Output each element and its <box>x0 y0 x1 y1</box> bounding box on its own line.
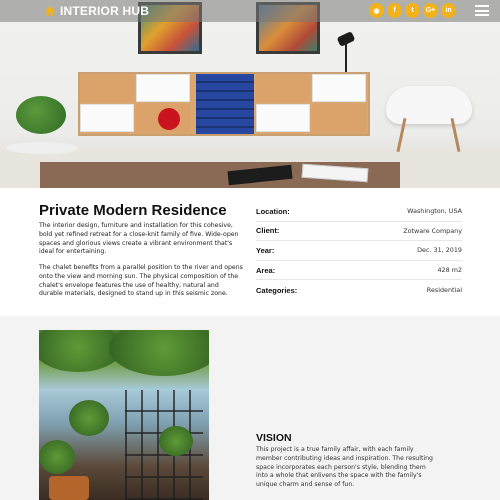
hero-credenza <box>78 72 370 136</box>
social-links: ◉ f t G+ in <box>369 3 456 18</box>
linkedin-icon[interactable]: in <box>441 3 456 18</box>
detail-label: Location: <box>256 206 290 216</box>
brand-name: INTERIOR HUB <box>60 4 150 18</box>
project-details: Location: Washington, USA Client: Zotwar… <box>256 202 462 300</box>
detail-label: Client: <box>256 226 280 236</box>
twitter-icon[interactable]: t <box>405 3 420 18</box>
detail-row-client: Client: Zotware Company <box>256 222 462 242</box>
project-title: Private Modern Residence <box>39 202 227 219</box>
hero-chair <box>386 86 472 152</box>
interior-photo <box>39 330 209 500</box>
detail-label: Categories: <box>256 285 298 295</box>
project-description-2: The chalet benefits from a parallel posi… <box>39 264 243 298</box>
hero-red-vase <box>158 108 180 130</box>
top-navbar: INTERIOR HUB ◉ f t G+ in <box>0 0 500 22</box>
rss-icon[interactable]: ◉ <box>369 3 384 18</box>
hero-bonsai <box>6 96 78 156</box>
hero-blue-drawers <box>196 74 254 134</box>
detail-value: Residential <box>426 286 462 295</box>
facebook-icon[interactable]: f <box>387 3 402 18</box>
detail-label: Year: <box>256 245 275 255</box>
hero-lamp <box>334 31 356 74</box>
detail-row-area: Area: 428 m2 <box>256 261 462 281</box>
hamburger-menu-icon[interactable] <box>475 5 489 16</box>
vision-section: VISION This project is a true family aff… <box>0 316 500 500</box>
hero-image <box>0 0 500 188</box>
google-plus-icon[interactable]: G+ <box>423 3 438 18</box>
vision-title: VISION <box>256 432 292 444</box>
detail-row-year: Year: Dec. 31, 2019 <box>256 241 462 261</box>
vision-text: This project is a true family affair, wi… <box>256 446 433 489</box>
detail-label: Area: <box>256 265 276 275</box>
detail-row-location: Location: Washington, USA <box>256 202 462 222</box>
detail-value: Washington, USA <box>407 207 462 216</box>
detail-value: Zotware Company <box>403 226 462 235</box>
brand-logo[interactable]: INTERIOR HUB <box>44 4 149 18</box>
detail-row-categories: Categories: Residential <box>256 280 462 300</box>
project-description: The interior design, furniture and insta… <box>39 222 239 256</box>
home-icon <box>45 6 55 16</box>
detail-value: 428 m2 <box>437 266 462 275</box>
detail-value: Dec. 31, 2019 <box>417 246 462 255</box>
